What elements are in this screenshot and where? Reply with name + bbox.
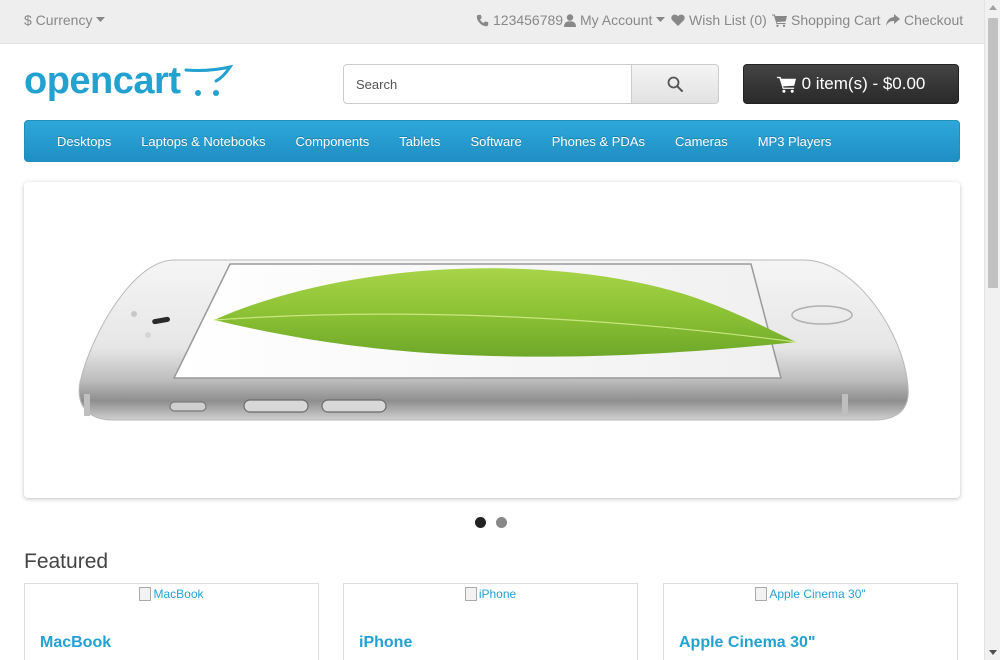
product-image-alt: iPhone [478,587,517,601]
product-image[interactable]: iPhone [344,587,637,601]
shopping-cart-label: Shopping Cart [791,12,881,28]
user-icon [564,13,576,27]
search-input[interactable] [343,64,632,104]
search-icon [667,76,683,92]
product-name-link[interactable]: iPhone [359,634,412,652]
category-menu: Desktops Laptops & Notebooks Components … [24,120,960,162]
logo[interactable]: opencart [24,62,234,100]
product-image-alt: Apple Cinema 30" [769,587,866,601]
shopping-cart-icon [776,76,796,93]
vertical-scrollbar[interactable] [984,0,1000,660]
shopping-cart-link[interactable]: Shopping Cart [772,12,881,28]
my-account-dropdown[interactable]: My Account [564,12,666,28]
scrollbar-thumb[interactable] [988,18,998,288]
currency-dropdown[interactable]: $ Currency [24,12,106,28]
search-box [343,64,719,104]
top-bar: $ Currency 123456789 My Account Wish Lis… [0,0,984,44]
slide-dot-2[interactable] [496,517,507,528]
currency-label: $ Currency [24,12,93,28]
caret-down-icon [96,17,106,22]
slideshow[interactable] [24,182,960,498]
product-image-alt: MacBook [153,587,204,601]
logo-cart-icon [184,64,234,96]
phone-icon [476,14,489,26]
wishlist-label: Wish List (0) [689,12,767,28]
share-icon [886,14,900,26]
checkout-label: Checkout [904,12,964,28]
menu-item-cameras[interactable]: Cameras [660,134,743,149]
cart-button[interactable]: 0 item(s) - $0.00 [743,64,959,104]
slide-image-iphone [78,259,909,421]
broken-image-icon [755,587,768,601]
product-image[interactable]: Apple Cinema 30" [664,587,957,601]
menu-item-desktops[interactable]: Desktops [42,134,126,149]
search-button[interactable] [632,64,719,104]
slideshow-pagination [475,517,507,528]
product-image[interactable]: MacBook [25,587,318,601]
my-account-label: My Account [580,12,653,28]
product-name-link[interactable]: MacBook [40,634,111,652]
menu-item-software[interactable]: Software [455,134,536,149]
menu-item-tablets[interactable]: Tablets [384,134,455,149]
product-name-link[interactable]: Apple Cinema 30" [679,634,816,652]
slide-dot-1[interactable] [475,517,486,528]
cart-total-label: 0 item(s) - $0.00 [801,74,926,93]
caret-down-icon [656,17,666,22]
wishlist-link[interactable]: Wish List (0) [671,12,767,28]
broken-image-icon [139,587,152,601]
checkout-link[interactable]: Checkout [886,12,963,28]
broken-image-icon [464,587,477,601]
heart-icon [671,14,685,26]
shopping-cart-icon [772,14,787,27]
scroll-up-arrow-icon[interactable] [989,5,997,10]
product-card: Apple Cinema 30" Apple Cinema 30" [663,583,958,660]
product-card: iPhone iPhone [343,583,638,660]
phone-link[interactable]: 123456789 [476,12,563,28]
logo-text: opencart [24,60,181,102]
featured-heading: Featured [24,550,109,573]
menu-item-components[interactable]: Components [281,134,385,149]
menu-item-phones-pdas[interactable]: Phones & PDAs [537,134,660,149]
scroll-down-arrow-icon[interactable] [989,650,997,655]
phone-number: 123456789 [493,12,564,28]
menu-item-laptops-notebooks[interactable]: Laptops & Notebooks [126,134,280,149]
product-card: MacBook MacBook [24,583,319,660]
menu-item-mp3-players[interactable]: MP3 Players [743,134,847,149]
